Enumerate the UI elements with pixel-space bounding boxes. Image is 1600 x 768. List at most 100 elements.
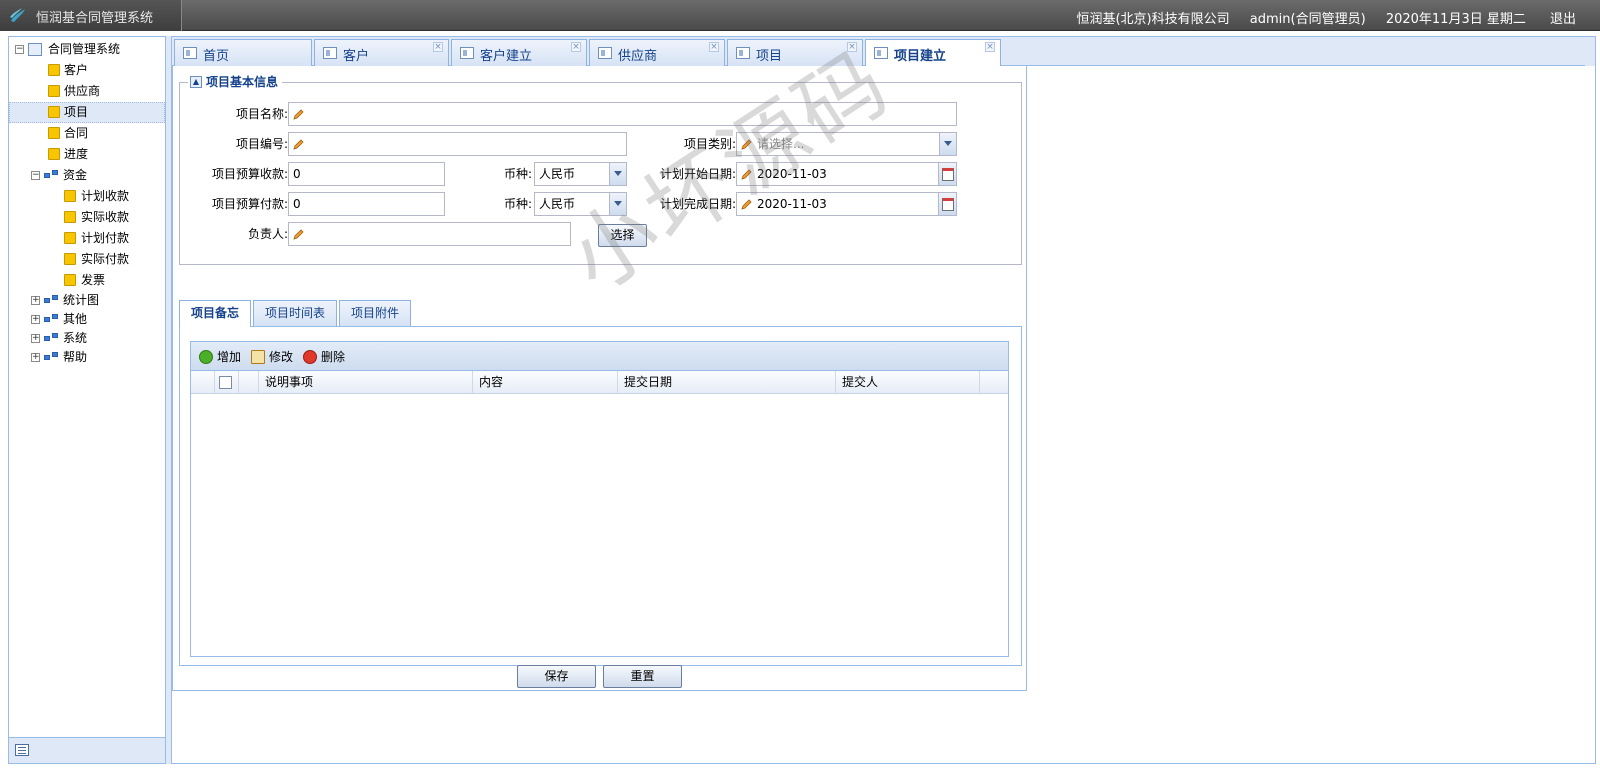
- add-icon: [199, 350, 213, 364]
- calendar-icon[interactable]: [938, 163, 956, 185]
- tree-item-label: 客户: [64, 63, 89, 77]
- close-icon[interactable]: ×: [571, 42, 581, 52]
- budget-in-input[interactable]: 0: [288, 162, 445, 186]
- add-button[interactable]: 增加: [199, 348, 245, 366]
- group-icon: [44, 170, 60, 180]
- tab-customer-create[interactable]: 客户建立 ×: [451, 39, 587, 66]
- project-category-label: 项目类别:: [683, 137, 736, 151]
- tree-group-help[interactable]: + 帮助: [9, 348, 165, 367]
- delete-button-label: 删除: [321, 350, 346, 364]
- tab-supplier[interactable]: 供应商 ×: [589, 39, 725, 66]
- tree-item-project[interactable]: 项目: [9, 102, 165, 123]
- collapse-up-icon[interactable]: ▲: [190, 76, 202, 88]
- start-date-input[interactable]: 2020-11-03: [736, 162, 957, 186]
- tab-label: 客户: [343, 49, 370, 64]
- chevron-down-icon[interactable]: [609, 163, 626, 185]
- budget-in-value: 0: [293, 167, 301, 181]
- project-code-input[interactable]: [288, 132, 627, 156]
- end-date-label: 计划完成日期:: [659, 197, 736, 211]
- chevron-down-icon[interactable]: [939, 133, 956, 155]
- budget-out-label: 项目预算付款:: [211, 197, 288, 211]
- close-icon[interactable]: ×: [709, 42, 719, 52]
- tree-root[interactable]: − 合同管理系统: [9, 39, 165, 60]
- grid-rownum-header: [191, 371, 215, 394]
- start-date-label: 计划开始日期:: [659, 167, 736, 181]
- tree-item-label: 合同: [64, 126, 89, 140]
- tree-item-actual-receipt[interactable]: 实际收款: [9, 207, 165, 228]
- pencil-icon: [293, 109, 304, 120]
- calendar-icon[interactable]: [938, 193, 956, 215]
- group-icon: [44, 333, 60, 343]
- logout-link[interactable]: 退出: [1550, 12, 1576, 27]
- tree-item-label: 进度: [64, 147, 89, 161]
- tab-project-create[interactable]: 项目建立 ×: [865, 39, 1001, 67]
- column-header-submit-date[interactable]: 提交日期: [618, 371, 836, 394]
- project-name-input[interactable]: [288, 102, 957, 126]
- tab-customer[interactable]: 客户 ×: [314, 39, 449, 66]
- form-add-tab-icon: [874, 47, 888, 59]
- expand-icon[interactable]: +: [31, 296, 40, 305]
- currency-in-select[interactable]: 人民币: [534, 162, 627, 186]
- folder-icon: [64, 190, 76, 202]
- project-category-select[interactable]: 请选择...: [736, 132, 957, 156]
- tree-item-progress[interactable]: 进度: [9, 144, 165, 165]
- expand-icon[interactable]: +: [31, 334, 40, 343]
- choose-owner-button[interactable]: 选择: [598, 224, 647, 247]
- close-icon[interactable]: ×: [847, 42, 857, 52]
- tab-home[interactable]: 首页: [174, 39, 312, 66]
- expand-icon[interactable]: +: [31, 353, 40, 362]
- save-button[interactable]: 保存: [517, 665, 596, 688]
- tree-group-label: 帮助: [63, 350, 88, 364]
- collapse-icon[interactable]: −: [15, 45, 24, 54]
- expand-icon[interactable]: +: [31, 315, 40, 324]
- folder-icon: [64, 274, 76, 286]
- currency-out-select[interactable]: 人民币: [534, 192, 627, 216]
- end-date-input[interactable]: 2020-11-03: [736, 192, 957, 216]
- select-all-checkbox[interactable]: [219, 376, 232, 389]
- edit-button-label: 修改: [269, 350, 294, 364]
- tree-item-invoice[interactable]: 发票: [9, 270, 165, 291]
- tree-group-other[interactable]: + 其他: [9, 310, 165, 329]
- owner-input[interactable]: [288, 222, 571, 246]
- edit-button[interactable]: 修改: [251, 348, 297, 366]
- group-icon: [44, 352, 60, 362]
- grid-spacer-header: [239, 371, 259, 394]
- tab-project[interactable]: 项目 ×: [727, 39, 863, 66]
- tree-item-contract[interactable]: 合同: [9, 123, 165, 144]
- folder-icon: [48, 64, 60, 76]
- memo-tab-panel: 增加 修改 删除 说明事项 内容 提交日期 提交人: [179, 327, 1022, 666]
- close-icon[interactable]: ×: [433, 42, 443, 52]
- tree-group-chart[interactable]: + 统计图: [9, 291, 165, 310]
- budget-out-input[interactable]: 0: [288, 192, 445, 216]
- tab-project-memo[interactable]: 项目备忘: [179, 300, 251, 327]
- tree-item-plan-payment[interactable]: 计划付款: [9, 228, 165, 249]
- reset-button[interactable]: 重置: [603, 665, 682, 688]
- tree-group-label: 资金: [63, 168, 88, 182]
- list-icon[interactable]: [15, 744, 29, 756]
- tree-item-plan-receipt[interactable]: 计划收款: [9, 186, 165, 207]
- nav-tree: − 合同管理系统 客户 供应商 项目 合同 进度 − 资金 计划收款 实际收款 …: [9, 37, 165, 367]
- logo-icon: [10, 8, 25, 22]
- chevron-down-icon[interactable]: [609, 193, 626, 215]
- tree-item-customer[interactable]: 客户: [9, 60, 165, 81]
- column-header-submitter[interactable]: 提交人: [836, 371, 980, 394]
- close-icon[interactable]: ×: [985, 42, 995, 52]
- collapse-icon[interactable]: −: [31, 171, 40, 180]
- column-header-content[interactable]: 内容: [473, 371, 618, 394]
- tab-scroll-area: [1585, 37, 1595, 66]
- tree-group-fund[interactable]: − 资金: [9, 165, 165, 186]
- budget-out-value: 0: [293, 197, 301, 211]
- tab-label: 项目建立: [894, 49, 947, 64]
- folder-icon: [64, 253, 76, 265]
- pencil-icon: [293, 139, 304, 150]
- tab-project-attachments[interactable]: 项目附件: [339, 300, 411, 326]
- tab-project-schedule[interactable]: 项目时间表: [253, 300, 337, 326]
- tree-item-label: 供应商: [64, 84, 101, 98]
- delete-button[interactable]: 删除: [303, 348, 349, 366]
- tree-group-system[interactable]: + 系统: [9, 329, 165, 348]
- tree-group-label: 系统: [63, 331, 88, 345]
- tree-item-supplier[interactable]: 供应商: [9, 81, 165, 102]
- grid-header: 说明事项 内容 提交日期 提交人: [191, 371, 1008, 394]
- tree-item-actual-payment[interactable]: 实际付款: [9, 249, 165, 270]
- column-header-item[interactable]: 说明事项: [259, 371, 473, 394]
